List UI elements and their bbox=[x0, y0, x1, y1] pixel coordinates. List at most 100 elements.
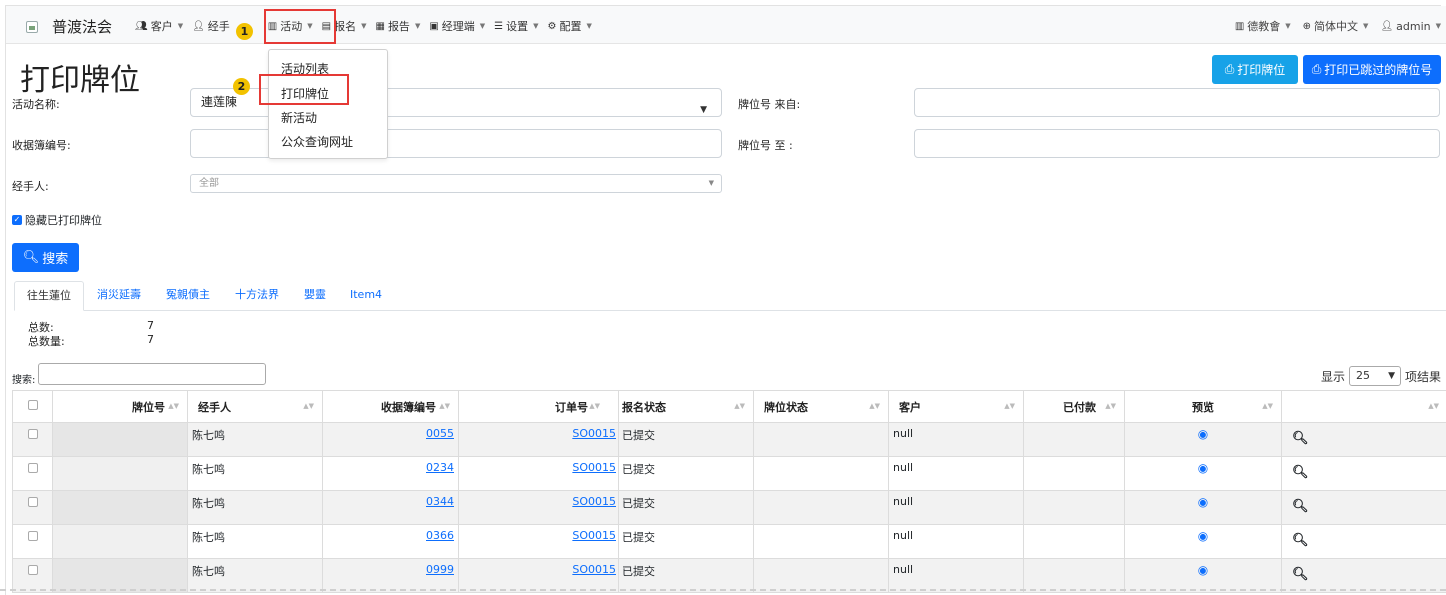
tab-rebirth-lotus[interactable]: 往生蓮位 bbox=[14, 281, 84, 311]
order-no-link[interactable]: SO0015 bbox=[572, 529, 616, 542]
checkbox-checked-icon[interactable]: ✓ bbox=[12, 215, 22, 225]
row-checkbox-cell[interactable] bbox=[12, 524, 53, 559]
tab-karmic-creditors[interactable]: 冤親債主 bbox=[154, 281, 222, 311]
order-no-cell[interactable]: SO0015 bbox=[458, 422, 619, 457]
checkbox[interactable] bbox=[27, 463, 38, 473]
preview-cell[interactable]: ◉ bbox=[1124, 524, 1282, 559]
print-slots-button[interactable]: ⎙ 打印牌位 bbox=[1212, 55, 1298, 84]
order-no-link[interactable]: SO0015 bbox=[572, 563, 616, 576]
eye-icon[interactable]: ◉ bbox=[1198, 529, 1208, 543]
receipt-book-cell[interactable]: 0366 bbox=[322, 524, 459, 559]
slot-to-input[interactable] bbox=[914, 129, 1440, 158]
search-icon[interactable]: 🔍︎ bbox=[1292, 465, 1309, 480]
caret-down-icon: ▼ bbox=[479, 22, 486, 30]
actions-cell[interactable]: 🔍︎ bbox=[1281, 524, 1446, 559]
actions-cell[interactable]: 🔍︎ bbox=[1281, 490, 1446, 525]
preview-cell[interactable]: ◉ bbox=[1124, 490, 1282, 525]
row-checkbox-cell[interactable] bbox=[12, 456, 53, 491]
checkbox[interactable] bbox=[27, 497, 38, 507]
receipt-book-link[interactable]: 0055 bbox=[426, 427, 454, 440]
search-icon[interactable]: 🔍︎ bbox=[1292, 431, 1309, 446]
col-header-handler[interactable]: 经手人 ▲▼ bbox=[187, 390, 323, 423]
hide-printed-checkbox-row[interactable]: ✓ 隐藏已打印牌位 bbox=[12, 212, 102, 228]
page-size-select[interactable]: 25 ▼ bbox=[1348, 366, 1401, 386]
nav-item-user[interactable]: 👤︎ admin ▼ bbox=[1380, 18, 1441, 34]
order-no-link[interactable]: SO0015 bbox=[572, 461, 616, 474]
row-checkbox-cell[interactable] bbox=[12, 490, 53, 525]
preview-cell[interactable]: ◉ bbox=[1124, 456, 1282, 491]
receipt-book-cell[interactable]: 0999 bbox=[322, 558, 459, 593]
caret-down-icon: ▼ bbox=[1435, 22, 1441, 30]
eye-icon[interactable]: ◉ bbox=[1198, 427, 1208, 441]
checkbox[interactable] bbox=[27, 429, 38, 439]
menu-item-new-activity[interactable]: 新活动 bbox=[281, 109, 317, 126]
col-header-registration-status[interactable]: 报名状态 ▲▼ bbox=[618, 390, 754, 423]
search-button[interactable]: 🔍︎ 搜索 bbox=[12, 243, 79, 272]
activity-name-label: 活动名称: bbox=[12, 98, 60, 111]
nav-item-reports[interactable]: ▦ 报告 ▼ bbox=[375, 18, 420, 34]
col-header-order-no[interactable]: 订单号 ▲▼ bbox=[458, 390, 619, 423]
preview-cell[interactable]: ◉ bbox=[1124, 422, 1282, 457]
receipt-book-cell[interactable]: 0234 bbox=[322, 456, 459, 491]
slot-from-input[interactable] bbox=[914, 88, 1440, 117]
col-header-actions[interactable]: ▲▼ bbox=[1281, 390, 1446, 423]
actions-cell[interactable]: 🔍︎ bbox=[1281, 422, 1446, 457]
checkbox[interactable] bbox=[27, 531, 38, 541]
checkbox[interactable] bbox=[27, 400, 38, 410]
handler-cell: 陈七鸣 bbox=[187, 456, 323, 491]
col-header-paid[interactable]: 已付款 ▲▼ bbox=[1023, 390, 1125, 423]
order-no-cell[interactable]: SO0015 bbox=[458, 456, 619, 491]
nav-item-settings[interactable]: ☰ 设置 ▼ bbox=[494, 18, 538, 34]
nav-item-organization[interactable]: ▥ 德教會 ▼ bbox=[1235, 18, 1291, 34]
caret-down-icon: ▼ bbox=[1363, 22, 1369, 30]
col-header-slot-status[interactable]: 牌位状态 ▲▼ bbox=[753, 390, 889, 423]
actions-cell[interactable]: 🔍︎ bbox=[1281, 558, 1446, 593]
eye-icon[interactable]: ◉ bbox=[1198, 495, 1208, 509]
nav-item-config[interactable]: ⚙ 配置 ▼ bbox=[548, 18, 592, 34]
print-skipped-slots-button[interactable]: ⎙ 打印已跳过的牌位号 bbox=[1303, 55, 1441, 84]
actions-cell[interactable]: 🔍︎ bbox=[1281, 456, 1446, 491]
order-no-cell[interactable]: SO0015 bbox=[458, 490, 619, 525]
search-icon[interactable]: 🔍︎ bbox=[1292, 533, 1309, 548]
building-icon: ▥ bbox=[1234, 20, 1245, 32]
printer-icon: ⎙ bbox=[1224, 62, 1235, 76]
row-checkbox-cell[interactable] bbox=[12, 422, 53, 457]
receipt-book-link[interactable]: 0999 bbox=[426, 563, 454, 576]
row-checkbox-cell[interactable] bbox=[12, 558, 53, 593]
tab-disaster-relief[interactable]: 消災延壽 bbox=[85, 281, 153, 311]
receipt-book-link[interactable]: 0344 bbox=[426, 495, 454, 508]
col-header-customer[interactable]: 客户 ▲▼ bbox=[888, 390, 1024, 423]
nav-item-language[interactable]: ⊕ 简体中文 ▼ bbox=[1303, 18, 1369, 34]
tab-ten-realms[interactable]: 十方法界 bbox=[223, 281, 291, 311]
nav-item-manager[interactable]: ▣ 经理端 ▼ bbox=[429, 18, 485, 34]
checkbox[interactable] bbox=[27, 565, 38, 575]
handler-cell: 陈七鸣 bbox=[187, 524, 323, 559]
order-no-link[interactable]: SO0015 bbox=[572, 495, 616, 508]
brand[interactable]: 普渡法会 bbox=[26, 16, 112, 37]
app-frame: 普渡法会 👥︎ 客户▼ 👤︎ 经手 ▥ 活动▼ ▤ 报名▼ ▦ 报告▼ bbox=[5, 5, 1446, 595]
sort-icon: ▲▼ bbox=[589, 402, 600, 410]
order-no-cell[interactable]: SO0015 bbox=[458, 524, 619, 559]
order-no-link[interactable]: SO0015 bbox=[572, 427, 616, 440]
nav-item-customers[interactable]: 👥︎ 客户 ▼ bbox=[135, 18, 183, 34]
col-header-slot-no[interactable]: 牌位号 ▲▼ bbox=[52, 390, 188, 423]
nav-item-handlers[interactable]: 👤︎ 经手 bbox=[192, 18, 230, 34]
order-no-cell[interactable]: SO0015 bbox=[458, 558, 619, 593]
tab-item4[interactable]: Item4 bbox=[338, 281, 394, 311]
table-search-input[interactable] bbox=[38, 363, 266, 385]
search-icon[interactable]: 🔍︎ bbox=[1292, 499, 1309, 514]
receipt-book-link[interactable]: 0234 bbox=[426, 461, 454, 474]
eye-icon[interactable]: ◉ bbox=[1198, 461, 1208, 475]
col-header-preview[interactable]: 预览 ▲▼ bbox=[1124, 390, 1282, 423]
col-header-receipt-book[interactable]: 收据簿编号 ▲▼ bbox=[322, 390, 459, 423]
receipt-book-cell[interactable]: 0344 bbox=[322, 490, 459, 525]
search-icon[interactable]: 🔍︎ bbox=[1292, 567, 1309, 582]
receipt-book-link[interactable]: 0366 bbox=[426, 529, 454, 542]
handler-select[interactable]: 全部 ▼ bbox=[190, 174, 722, 193]
menu-item-public-query-url[interactable]: 公众查询网址 bbox=[281, 133, 353, 150]
preview-cell[interactable]: ◉ bbox=[1124, 558, 1282, 593]
receipt-book-cell[interactable]: 0055 bbox=[322, 422, 459, 457]
eye-icon[interactable]: ◉ bbox=[1198, 563, 1208, 577]
select-all-checkbox-cell[interactable] bbox=[12, 390, 53, 423]
tab-infant-spirits[interactable]: 嬰靈 bbox=[292, 281, 338, 311]
